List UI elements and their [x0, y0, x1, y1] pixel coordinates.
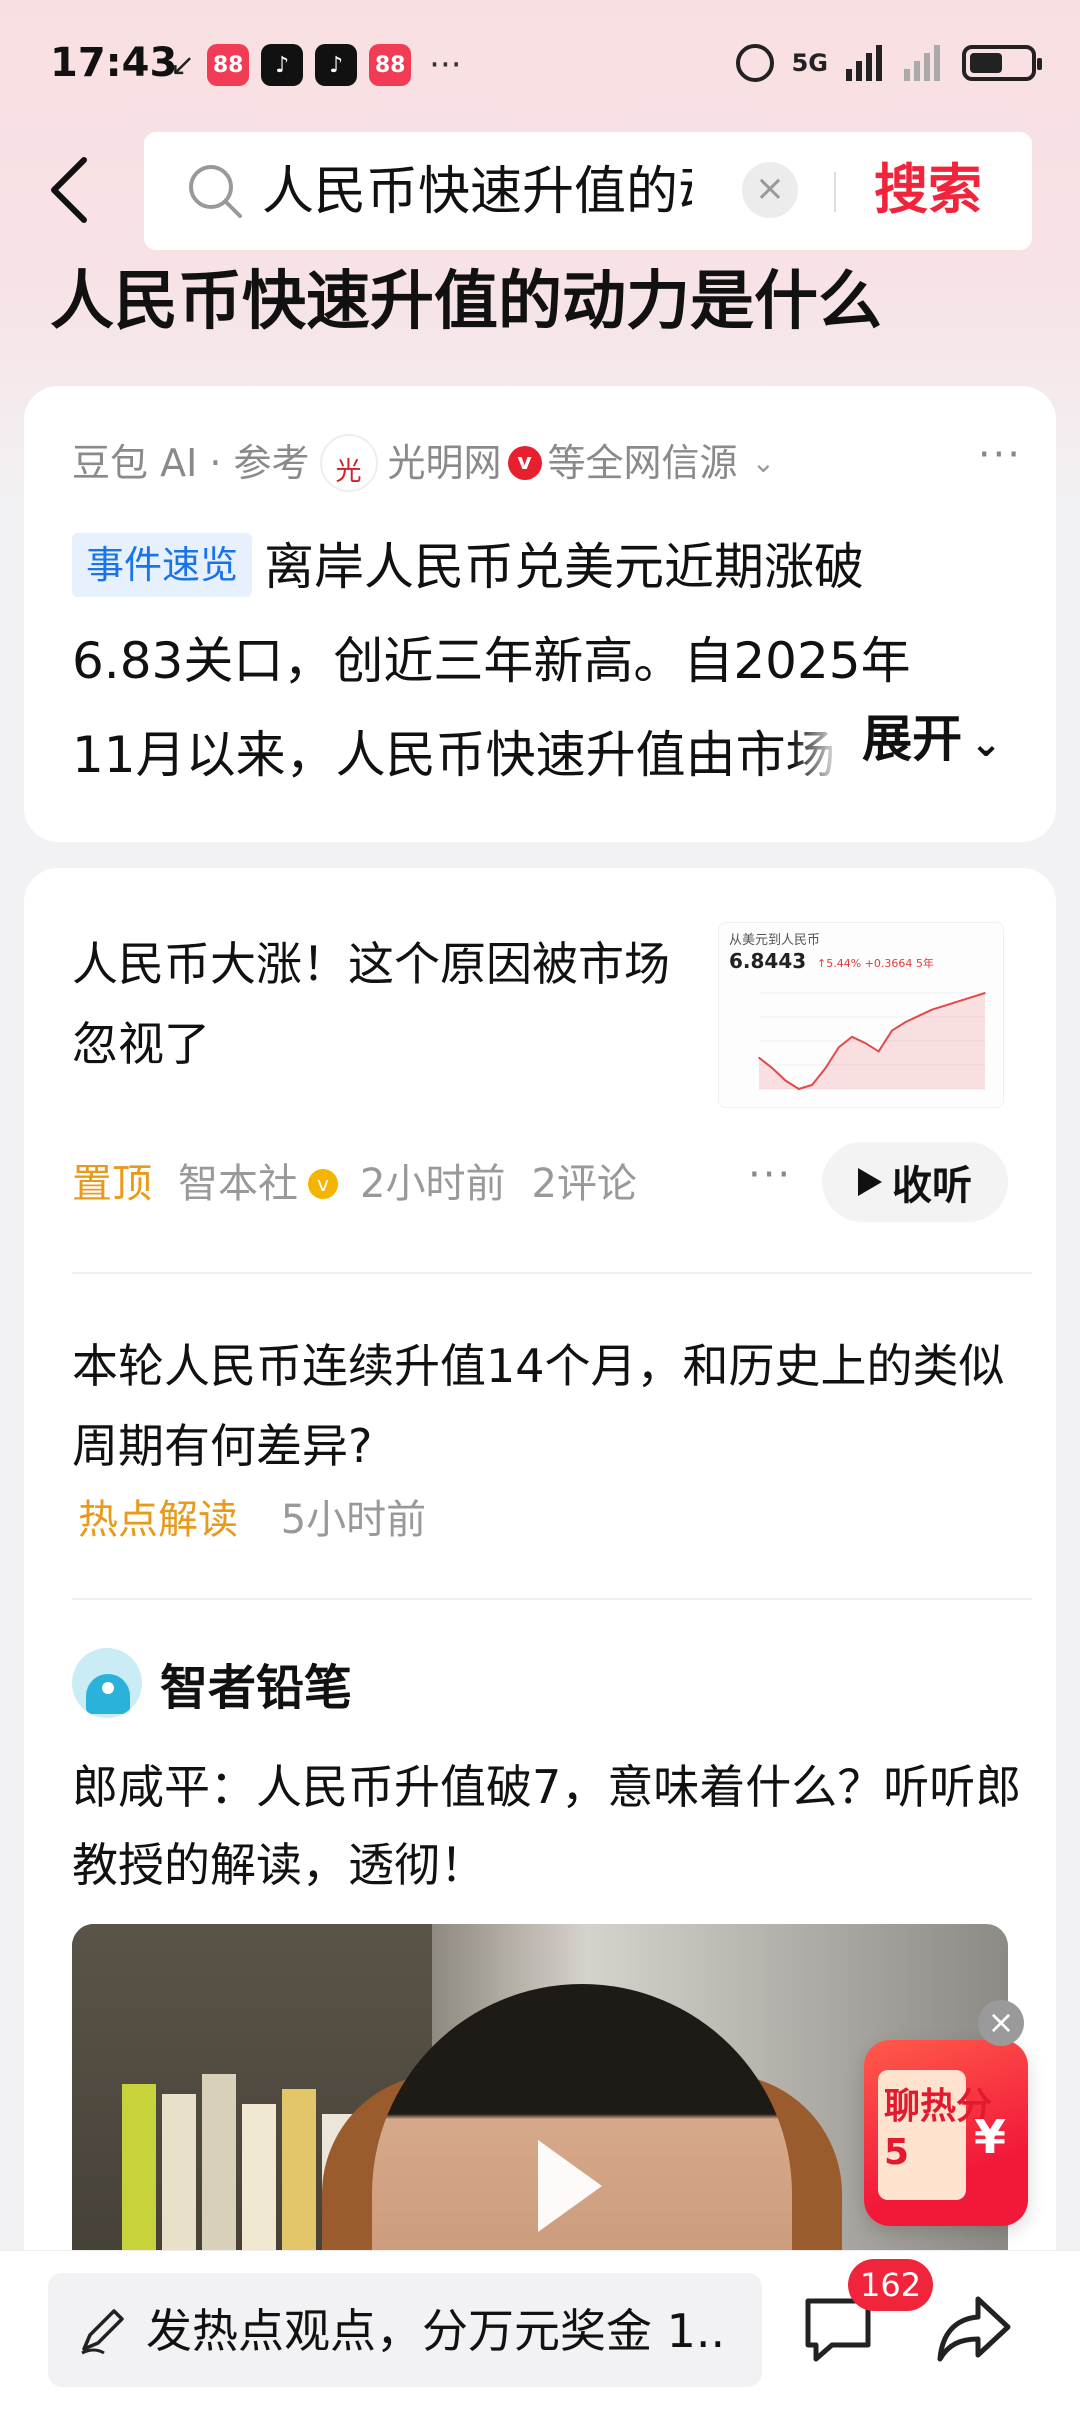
- event-tag: 事件速览: [72, 533, 253, 597]
- app-notification-icon: 88: [369, 44, 412, 86]
- news-meta: 热点解读 5小时前: [78, 1490, 426, 1550]
- news-thumbnail-chart[interactable]: 从美元到人民币 6.8443 ↑5.44% +0.3664 5年: [718, 922, 1004, 1108]
- divider: [72, 1272, 1032, 1274]
- chart-point: [904, 1021, 907, 1024]
- search-button[interactable]: 搜索: [874, 158, 982, 222]
- search-icon: [189, 165, 242, 218]
- more-options-button[interactable]: ···: [748, 1152, 792, 1198]
- chart-point: [944, 1004, 946, 1007]
- news-time: 5小时前: [280, 1497, 427, 1543]
- search-bar[interactable]: 人民币快速升值的动 × 搜索: [144, 132, 1032, 250]
- pen-icon: [81, 2309, 124, 2355]
- status-bar: 17:43 ↙ 88 ♪ ♪ 88 ··· 5G: [0, 0, 1080, 130]
- chart-point: [811, 1084, 813, 1086]
- chart-point: [917, 1015, 920, 1017]
- ai-source-suffix: 等全网信源: [547, 441, 738, 485]
- more-options-button[interactable]: ···: [978, 432, 1022, 478]
- close-promo-button[interactable]: ×: [978, 2000, 1024, 2046]
- status-right: 5G: [735, 44, 1042, 82]
- comment-placeholder: 发热点观点，分万元奖金 1..: [146, 2304, 726, 2358]
- tiktok-icon: ♪: [315, 44, 358, 86]
- chart-point: [771, 1067, 774, 1069]
- comment-count-badge: 162: [848, 2259, 934, 2311]
- author-row[interactable]: 智者铅笔: [72, 1648, 352, 1718]
- alarm-icon: [735, 44, 774, 82]
- tiktok-icon: ♪: [261, 44, 304, 86]
- share-icon[interactable]: [934, 2291, 1014, 2367]
- bottom-bar: 发热点观点，分万元奖金 1.. 162: [0, 2250, 1080, 2412]
- divider: [72, 1598, 1032, 1600]
- chart-point: [758, 1056, 760, 1059]
- back-button[interactable]: [40, 150, 100, 230]
- avatar: [72, 1648, 142, 1718]
- listen-button[interactable]: 收听: [822, 1142, 1008, 1222]
- comment-input[interactable]: 发热点观点，分万元奖金 1..: [48, 2273, 762, 2387]
- listen-label: 收听: [892, 1163, 972, 1209]
- pinned-label: 置顶: [72, 1161, 152, 1207]
- hot-topic-tag: 热点解读: [78, 1497, 238, 1543]
- notification-icons: ↙ 88 ♪ ♪ 88 ···: [170, 44, 462, 86]
- page-title: 人民币快速升值的动力是什么: [50, 265, 882, 339]
- ai-source-row[interactable]: 豆包 AI · 参考 光明网 v 等全网信源 ⌄: [72, 434, 776, 498]
- news-meta: 置顶 智本社 v 2小时前 2评论: [72, 1154, 637, 1214]
- chart-point: [824, 1067, 827, 1069]
- verified-icon: v: [507, 446, 542, 480]
- chart-point: [864, 1042, 867, 1044]
- ai-source-prefix: 豆包 AI · 参考: [72, 441, 310, 485]
- missed-call-icon: ↙: [170, 47, 196, 83]
- play-icon: [858, 1168, 882, 1196]
- chart-point: [891, 1029, 893, 1032]
- chart-title: 从美元到人民币: [729, 933, 821, 948]
- battery-icon: [962, 45, 1042, 81]
- guangming-logo-icon: [319, 434, 378, 498]
- status-time: 17:43: [50, 40, 178, 86]
- chart-point: [784, 1079, 787, 1082]
- clear-search-button[interactable]: ×: [742, 162, 798, 218]
- app-notification-icon: 88: [207, 44, 250, 86]
- chart-point: [798, 1088, 800, 1090]
- chart-price: 6.8443: [729, 949, 807, 973]
- chart-point: [851, 1036, 853, 1038]
- signal-bars-icon: [904, 45, 940, 81]
- signal-bars-icon: [846, 45, 882, 81]
- chart-point: [957, 1000, 960, 1003]
- signal-5g-icon: 5G: [791, 49, 828, 77]
- price-line-chart: [758, 992, 986, 1091]
- hot-chat-promo[interactable]: 聊热分5 ¥: [864, 2040, 1028, 2226]
- news-comments: 2评论: [531, 1161, 637, 1207]
- ai-summary-card[interactable]: 豆包 AI · 参考 光明网 v 等全网信源 ⌄ ··· 事件速览离岸人民币兑美…: [24, 386, 1056, 842]
- chart-point: [984, 992, 986, 994]
- news-title[interactable]: 郎咸平：人民币升值破7，意味着什么？听听郎教授的解读，透彻！: [72, 1748, 1042, 1904]
- chevron-left-icon: [51, 157, 87, 223]
- chevron-down-icon: ⌄: [751, 446, 776, 479]
- play-icon[interactable]: [538, 2140, 602, 2232]
- ai-summary-line: 11月以来，人民币快速升值由市场: [72, 726, 832, 784]
- news-time: 2小时前: [360, 1161, 506, 1207]
- expand-label: 展开: [862, 710, 963, 768]
- author-name: 智者铅笔: [160, 1660, 353, 1716]
- chart-point: [970, 996, 973, 998]
- chart-point: [837, 1046, 840, 1049]
- yen-icon: ¥: [974, 2110, 1007, 2164]
- chart-change: ↑5.44% +0.3664 5年: [817, 957, 934, 970]
- search-divider: [834, 172, 836, 212]
- verified-icon: v: [308, 1169, 338, 1199]
- chevron-down-icon: ⌄: [970, 721, 1002, 765]
- chart-point: [877, 1050, 880, 1053]
- more-notifications-icon: ···: [429, 45, 462, 85]
- news-source: 智本社: [178, 1161, 298, 1207]
- news-title[interactable]: 人民币大涨！这个原因被市场忽视了: [72, 924, 672, 1084]
- search-input[interactable]: 人民币快速升值的动: [262, 160, 692, 224]
- chart-point: [931, 1008, 933, 1011]
- expand-button[interactable]: 展开 ⌄: [792, 692, 1002, 790]
- ai-source-name: 光明网: [387, 441, 502, 485]
- news-title[interactable]: 本轮人民币连续升值14个月，和历史上的类似周期有何差异?: [72, 1326, 1042, 1486]
- ai-summary-line: 离岸人民币兑美元近期涨破: [264, 538, 865, 596]
